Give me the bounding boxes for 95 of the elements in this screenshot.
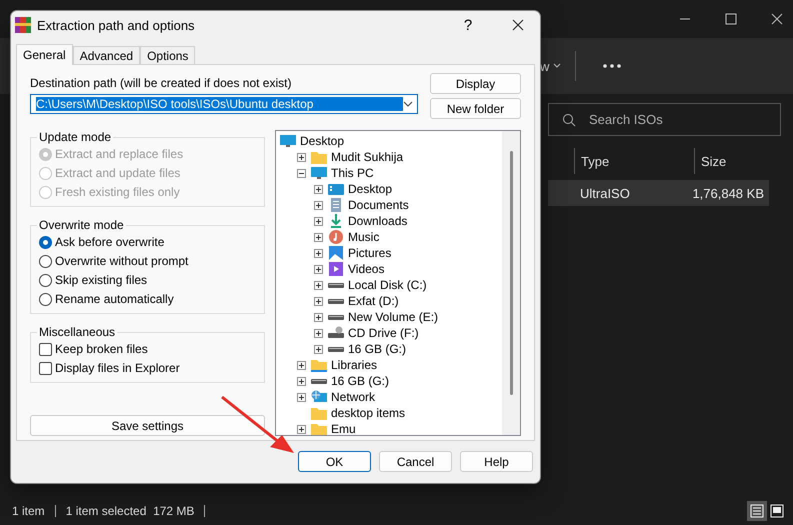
- tree-item[interactable]: Downloads: [346, 214, 408, 228]
- tree-item[interactable]: desktop items: [329, 406, 406, 420]
- expand-toggle[interactable]: [314, 232, 323, 242]
- expand-toggle[interactable]: [297, 424, 306, 434]
- drive-icon: [328, 282, 344, 288]
- expand-toggle[interactable]: [297, 168, 306, 178]
- expand-toggle[interactable]: [297, 360, 306, 370]
- cd-drive-icon: [328, 326, 344, 340]
- path-field[interactable]: C:\Users\M\Desktop\ISO tools\ISOs\Ubuntu desktop: [30, 94, 418, 114]
- video-icon: [328, 262, 344, 276]
- search-icon: [562, 113, 576, 127]
- expand-toggle[interactable]: [314, 248, 323, 258]
- dialog-button[interactable]: Help: [460, 451, 533, 472]
- expand-toggle[interactable]: [314, 280, 323, 290]
- drive-icon: [328, 314, 344, 320]
- expand-toggle[interactable]: [314, 216, 323, 226]
- radio-option[interactable]: Ask before overwrite: [39, 234, 256, 250]
- download-icon: [328, 214, 344, 228]
- folder-icon: [311, 406, 327, 420]
- expand-toggle[interactable]: [314, 296, 323, 306]
- dialog-button[interactable]: OK: [298, 451, 371, 472]
- monitor-icon: [280, 134, 296, 148]
- tab[interactable]: General: [16, 44, 73, 65]
- tree-item[interactable]: 16 GB (G:): [329, 374, 390, 388]
- folder-icon: [311, 422, 327, 435]
- tree-item[interactable]: Exfat (D:): [346, 294, 399, 308]
- radio-option[interactable]: Rename automatically: [39, 291, 256, 307]
- drive-icon: [328, 346, 344, 352]
- expand-toggle[interactable]: [314, 312, 323, 322]
- tree-item[interactable]: Mudit Sukhija: [329, 150, 404, 164]
- tab[interactable]: Advanced: [72, 46, 140, 64]
- expand-toggle[interactable]: [314, 264, 323, 274]
- group-title: Update mode: [38, 130, 112, 144]
- side-button[interactable]: New folder: [430, 98, 521, 119]
- radio-option[interactable]: Overwrite without prompt: [39, 253, 256, 269]
- tree-item[interactable]: CD Drive (F:): [346, 326, 419, 340]
- drive-icon: [328, 298, 344, 304]
- window-title: Extraction path and options: [37, 18, 196, 32]
- help-button[interactable]: ?: [446, 11, 490, 39]
- tree-item[interactable]: New Volume (E:): [346, 310, 438, 324]
- folder-icon: [311, 358, 327, 372]
- group-title: Miscellaneous: [38, 325, 116, 339]
- network-icon: [311, 390, 327, 404]
- music-icon: [328, 230, 344, 244]
- monitor-icon: [311, 166, 327, 180]
- search-field[interactable]: Search ISOs: [548, 103, 781, 136]
- drive-icon: [311, 378, 327, 384]
- checkbox-option[interactable]: Display files in Explorer: [39, 360, 256, 376]
- expand-toggle[interactable]: [314, 200, 323, 210]
- table-cell-text: UltraISO: [579, 186, 631, 200]
- tree-item[interactable]: Local Disk (C:): [346, 278, 427, 292]
- group-title: Overwrite mode: [38, 218, 125, 232]
- expand-toggle[interactable]: [297, 152, 306, 162]
- expand-toggle[interactable]: [297, 376, 306, 386]
- field-label: Destination path (will be created if does not exist): [30, 76, 292, 90]
- archive-icon: [15, 17, 31, 33]
- scrollbar[interactable]: [502, 131, 520, 435]
- caret-icon: [403, 101, 413, 107]
- expand-toggle[interactable]: [314, 184, 323, 194]
- tree-item[interactable]: 16 GB (G:): [346, 342, 406, 356]
- dialog-button[interactable]: Cancel: [379, 451, 452, 472]
- close-icon[interactable]: [771, 13, 783, 25]
- details-view-button[interactable]: [747, 501, 767, 521]
- tree-item[interactable]: Videos: [346, 262, 384, 276]
- side-button[interactable]: Display: [430, 73, 521, 94]
- tree-item[interactable]: Documents: [346, 198, 409, 212]
- document-icon: [328, 198, 344, 212]
- tree-item[interactable]: Music: [346, 230, 380, 244]
- save-settings-button[interactable]: Save settings: [30, 415, 265, 436]
- caret-icon: [553, 63, 562, 69]
- tree-item[interactable]: Libraries: [329, 358, 378, 372]
- tree-item[interactable]: Emu: [329, 422, 356, 435]
- more-icon[interactable]: [602, 63, 622, 69]
- close-icon: [512, 19, 524, 31]
- column-header[interactable]: Type: [574, 148, 694, 174]
- desktop-icon: [328, 182, 344, 196]
- item-count: 1 item: [12, 505, 56, 517]
- maximize-icon[interactable]: [725, 13, 737, 25]
- tree-item[interactable]: This PC: [329, 166, 374, 180]
- table-cell-text: 1,76,848 KB: [691, 186, 764, 200]
- selection-info: 1 item selected 172 MB: [66, 505, 206, 517]
- tab[interactable]: Options: [140, 46, 196, 64]
- pictures-icon: [328, 246, 344, 260]
- checkbox-option[interactable]: Keep broken files: [39, 341, 256, 357]
- expand-toggle[interactable]: [297, 392, 306, 402]
- radio-option[interactable]: Skip existing files: [39, 272, 256, 288]
- file-row[interactable]: UltraISO 1,76,848 KB: [548, 180, 769, 206]
- expand-toggle[interactable]: [314, 344, 323, 354]
- tree-item[interactable]: Desktop: [346, 182, 392, 196]
- folder-icon: [311, 150, 327, 164]
- expand-toggle[interactable]: [314, 328, 323, 338]
- tree-item[interactable]: Network: [329, 390, 376, 404]
- column-header[interactable]: Size: [694, 148, 770, 174]
- tree-item[interactable]: Desktop: [298, 134, 344, 148]
- tree-item[interactable]: Pictures: [346, 246, 392, 260]
